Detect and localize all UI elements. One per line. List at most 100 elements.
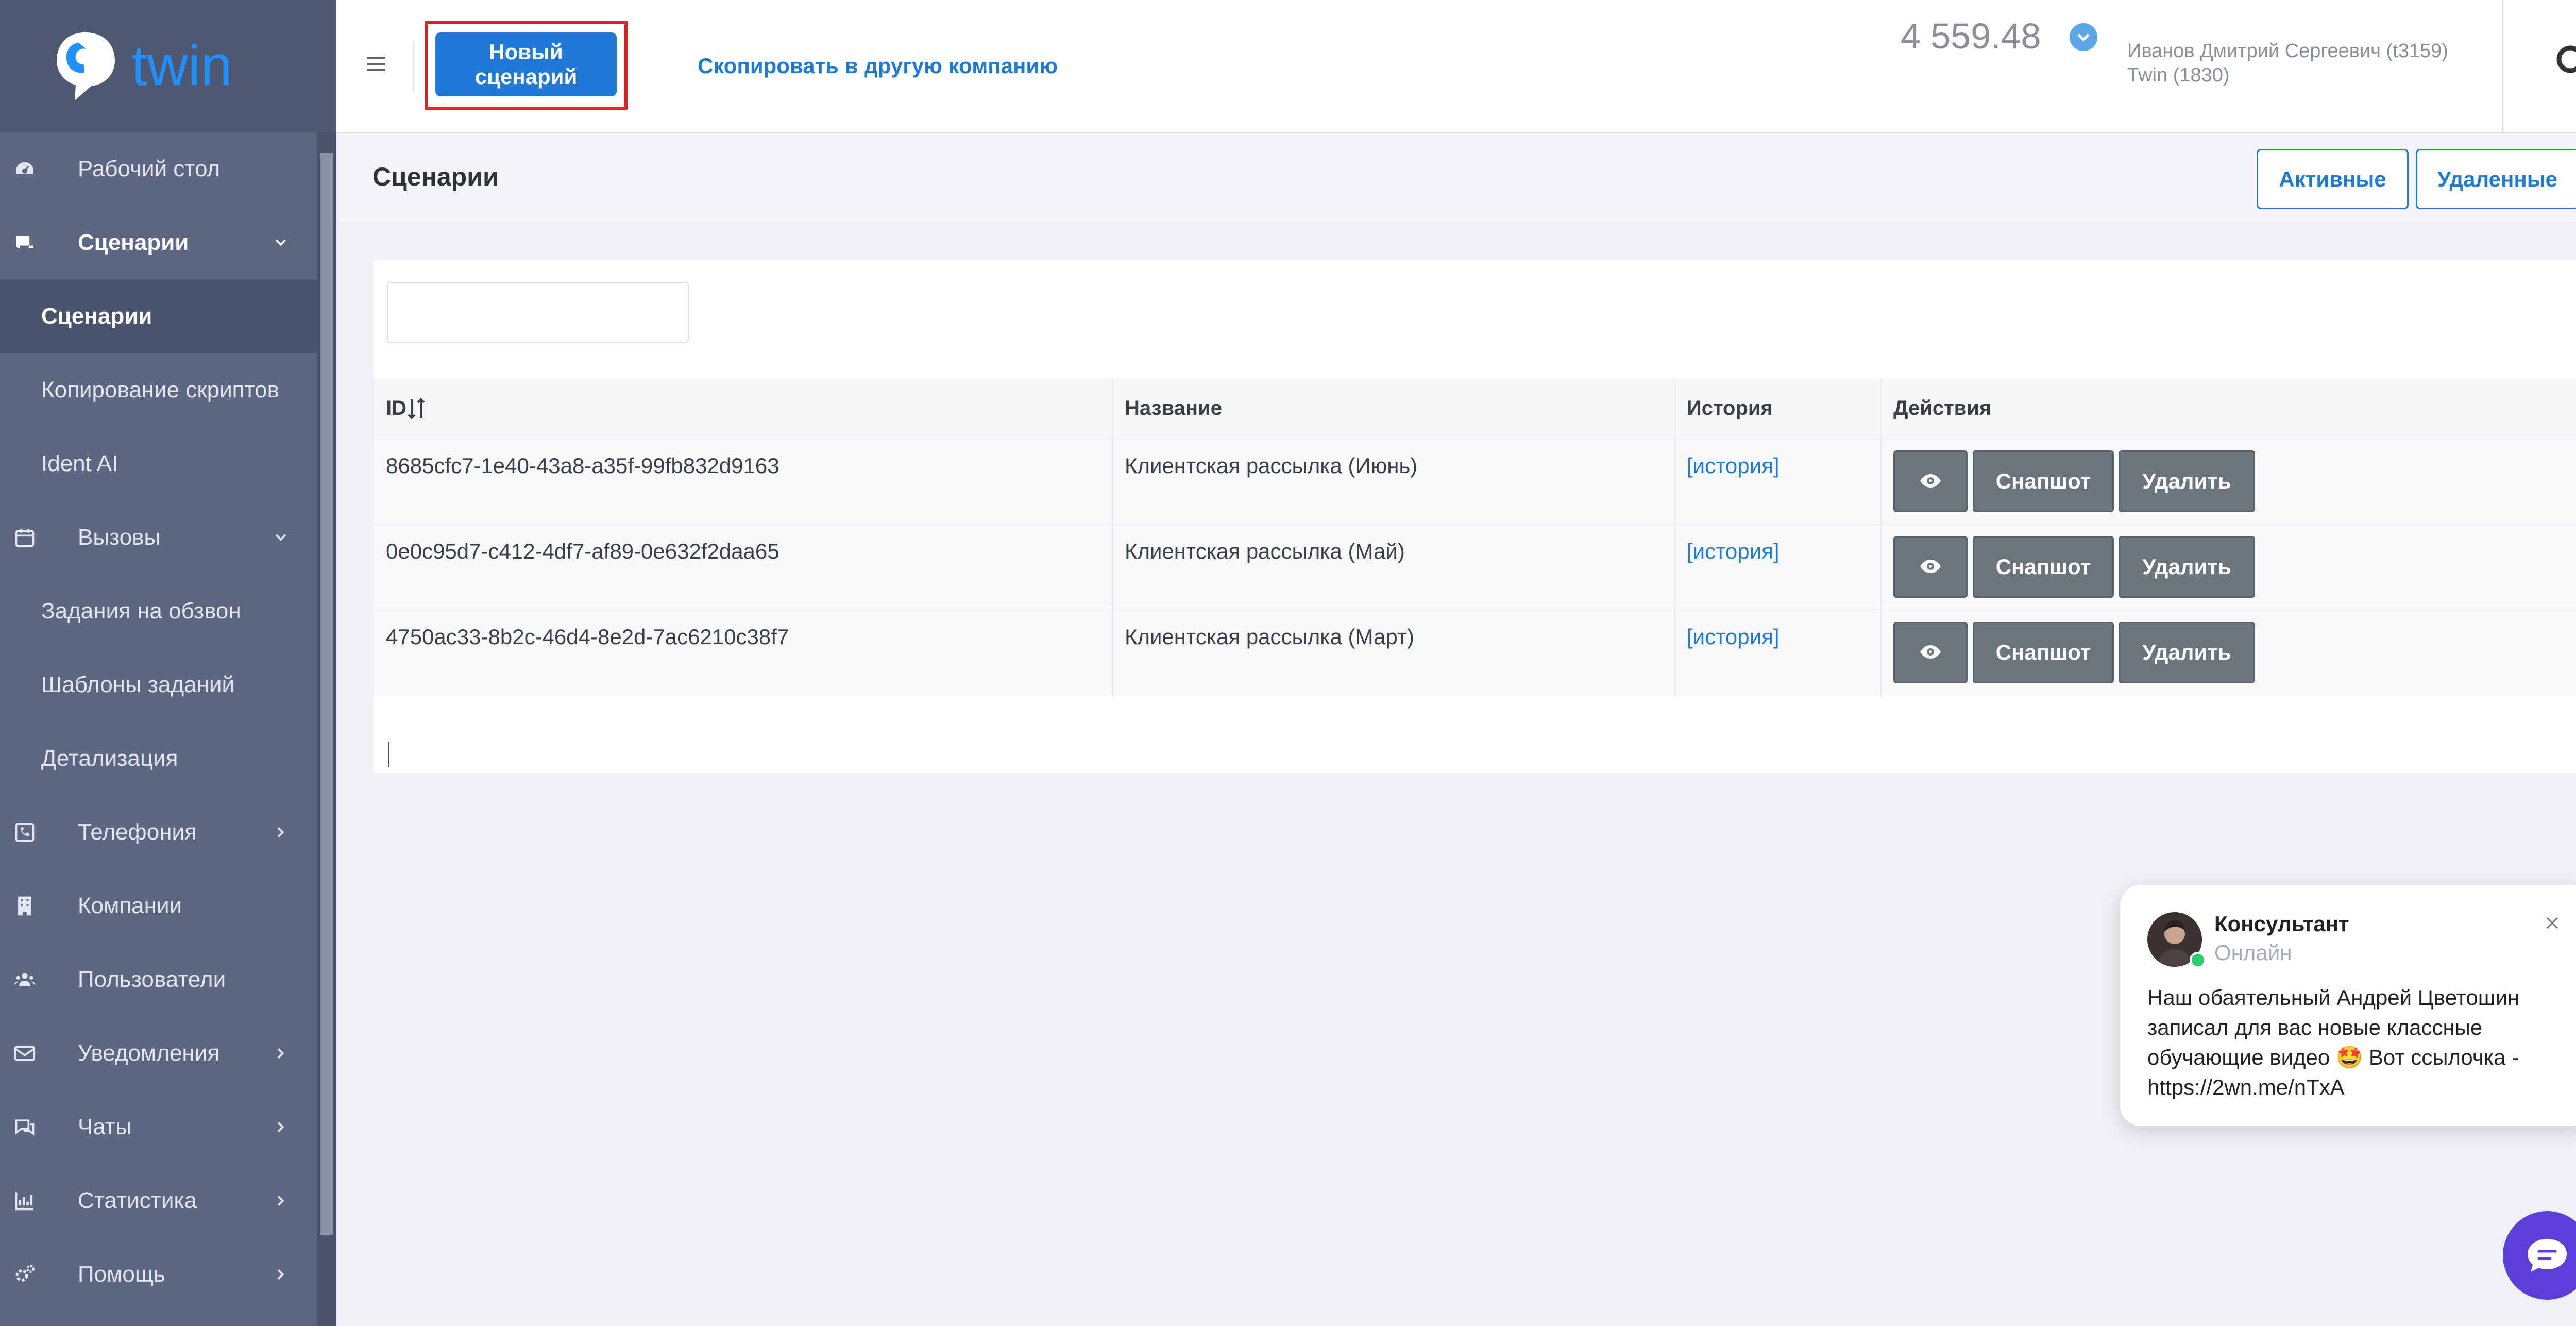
- sidebar-item-telephony[interactable]: Телефония: [0, 795, 317, 869]
- column-header-actions: Действия: [1893, 397, 1992, 419]
- sidebar-sub-label: Копирование скриптов: [41, 377, 279, 402]
- sidebar-sub-label: Сценарии: [41, 303, 152, 329]
- sidebar-sub-label: Задания на обзвон: [41, 598, 241, 624]
- sidebar-sub-label: Шаблоны заданий: [41, 672, 235, 697]
- view-button[interactable]: [1893, 622, 1968, 683]
- brand-name: twin: [131, 34, 232, 97]
- twin-logo-icon: twin: [57, 32, 232, 100]
- column-divider: [1880, 379, 1882, 697]
- sidebar-item-label: Вызовы: [78, 524, 161, 550]
- sidebar-item-dashboard[interactable]: Рабочий стол: [0, 132, 317, 206]
- row-name: Клиентская рассылка (Май): [1125, 539, 1405, 563]
- sidebar-item-scenarios[interactable]: Сценарии: [0, 206, 317, 279]
- sidebar-sub-details[interactable]: Детализация: [0, 721, 317, 795]
- phone-icon: [15, 823, 35, 842]
- column-divider: [1674, 379, 1675, 697]
- chat-agent-status: Онлайн: [2214, 941, 2292, 965]
- chat-popup[interactable]: Консультант Онлайн Наш обаятельный Андре…: [2120, 885, 2576, 1126]
- row-name: Клиентская рассылка (Март): [1125, 625, 1415, 649]
- sidebar: twin Рабочий стол Сценарии Сценарии Копи…: [0, 0, 336, 1326]
- text-cursor: [388, 742, 389, 767]
- page-header: Сценарии Активные Удаленные: [336, 133, 2576, 223]
- sidebar-item-statistics[interactable]: Статистика: [0, 1164, 317, 1237]
- eye-icon: [1920, 645, 1941, 659]
- scrollbar-thumb[interactable]: [320, 153, 333, 1235]
- online-status-dot: [2190, 952, 2206, 968]
- chat-icon: [15, 1119, 35, 1135]
- sidebar-item-users[interactable]: Пользователи: [0, 943, 317, 1016]
- sidebar-item-label: Пользователи: [78, 966, 226, 992]
- search-input[interactable]: [387, 282, 689, 343]
- delete-button[interactable]: Удалить: [2119, 450, 2255, 512]
- sidebar-item-label: Телефония: [78, 819, 197, 845]
- table-row: 4750ac33-8b2c-46d4-8e2d-7ac6210c38f7 Кли…: [374, 609, 2576, 696]
- hamburger-menu-icon[interactable]: [366, 54, 386, 74]
- top-bar: Новый сценарий Скопировать в другую комп…: [336, 0, 2576, 133]
- users-icon: [14, 972, 36, 986]
- divider: [413, 41, 414, 92]
- sidebar-item-label: Рабочий стол: [78, 156, 221, 181]
- table-header: ID Название История Действия: [374, 379, 2576, 438]
- sidebar-item-notifications[interactable]: Уведомления: [0, 1016, 317, 1090]
- sidebar-item-calls[interactable]: Вызовы: [0, 500, 317, 574]
- sidebar-item-chats[interactable]: Чаты: [0, 1090, 317, 1164]
- search-icon[interactable]: [2553, 42, 2576, 83]
- divider: [2502, 0, 2503, 132]
- dashboard-icon: [14, 160, 35, 175]
- sidebar-sub-call-tasks[interactable]: Задания на обзвон: [0, 574, 317, 648]
- delete-button[interactable]: Удалить: [2119, 536, 2255, 598]
- calendar-icon: [15, 529, 35, 547]
- sidebar-sub-ident-ai[interactable]: Ident AI: [0, 427, 317, 500]
- active-filter-button[interactable]: Активные: [2257, 149, 2409, 209]
- chevron-down-icon: [275, 239, 286, 246]
- chevron-right-icon: [277, 1121, 284, 1132]
- new-scenario-button[interactable]: Новый сценарий: [435, 32, 617, 96]
- sidebar-item-label: Помощь: [78, 1261, 165, 1287]
- balance-value: 4 559.48: [1901, 16, 2041, 56]
- user-name[interactable]: Иванов Дмитрий Сергеевич (t3159): [2127, 40, 2448, 62]
- column-divider: [1112, 379, 1113, 697]
- sidebar-sub-scenarios[interactable]: Сценарии: [0, 279, 317, 353]
- balance-dropdown-button[interactable]: [2070, 23, 2097, 51]
- view-button[interactable]: [1893, 536, 1968, 598]
- sidebar-item-label: Сценарии: [78, 229, 189, 255]
- sort-icon: [408, 397, 425, 419]
- snapshot-button[interactable]: Снапшот: [1973, 622, 2114, 683]
- chevron-right-icon: [277, 1048, 284, 1059]
- history-link[interactable]: [история]: [1687, 454, 1779, 478]
- sidebar-scrollbar[interactable]: [317, 132, 336, 1326]
- sidebar-item-label: Чаты: [78, 1114, 132, 1139]
- sidebar-item-label: Компании: [78, 893, 182, 918]
- sidebar-item-help[interactable]: Помощь: [0, 1237, 317, 1311]
- sidebar-sub-label: Детализация: [41, 745, 178, 771]
- sidebar-sub-copy-scripts[interactable]: Копирование скриптов: [0, 353, 317, 427]
- sidebar-sub-task-templates[interactable]: Шаблоны заданий: [0, 648, 317, 721]
- column-header-id[interactable]: ID: [386, 379, 427, 438]
- column-header-label: ID: [386, 397, 406, 419]
- view-button[interactable]: [1893, 450, 1968, 512]
- copy-to-company-link[interactable]: Скопировать в другую компанию: [698, 54, 1058, 78]
- history-link[interactable]: [история]: [1687, 539, 1779, 564]
- chevron-down-icon: [2077, 33, 2090, 42]
- delete-button[interactable]: Удалить: [2119, 622, 2255, 683]
- chat-launcher-button[interactable]: [2503, 1211, 2576, 1300]
- deleted-filter-button[interactable]: Удаленные: [2416, 149, 2576, 209]
- row-id: 4750ac33-8b2c-46d4-8e2d-7ac6210c38f7: [386, 625, 789, 649]
- scenarios-card: ID Название История Действия 8685cfc7-1e…: [374, 260, 2576, 773]
- close-icon[interactable]: [2544, 915, 2561, 931]
- chart-icon: [15, 1192, 33, 1210]
- envelope-icon: [14, 1045, 36, 1061]
- table-row: 0e0c95d7-c412-4df7-af89-0e632f2daa65 Кли…: [374, 524, 2576, 610]
- sidebar-item-companies[interactable]: Компании: [0, 869, 317, 943]
- chevron-down-icon: [275, 534, 286, 541]
- snapshot-button[interactable]: Снапшот: [1973, 450, 2114, 512]
- history-link[interactable]: [история]: [1687, 625, 1779, 649]
- column-header-history: История: [1687, 397, 1773, 419]
- snapshot-button[interactable]: Снапшот: [1973, 536, 2114, 598]
- chat-bubble-icon: [2528, 1239, 2567, 1272]
- chat-message: Наш обаятельный Андрей Цветошин записал …: [2147, 985, 2520, 1099]
- row-name: Клиентская рассылка (Июнь): [1125, 454, 1418, 478]
- logo-area[interactable]: twin: [0, 0, 336, 132]
- chevron-right-icon: [277, 1195, 284, 1206]
- row-id: 0e0c95d7-c412-4df7-af89-0e632f2daa65: [386, 539, 779, 563]
